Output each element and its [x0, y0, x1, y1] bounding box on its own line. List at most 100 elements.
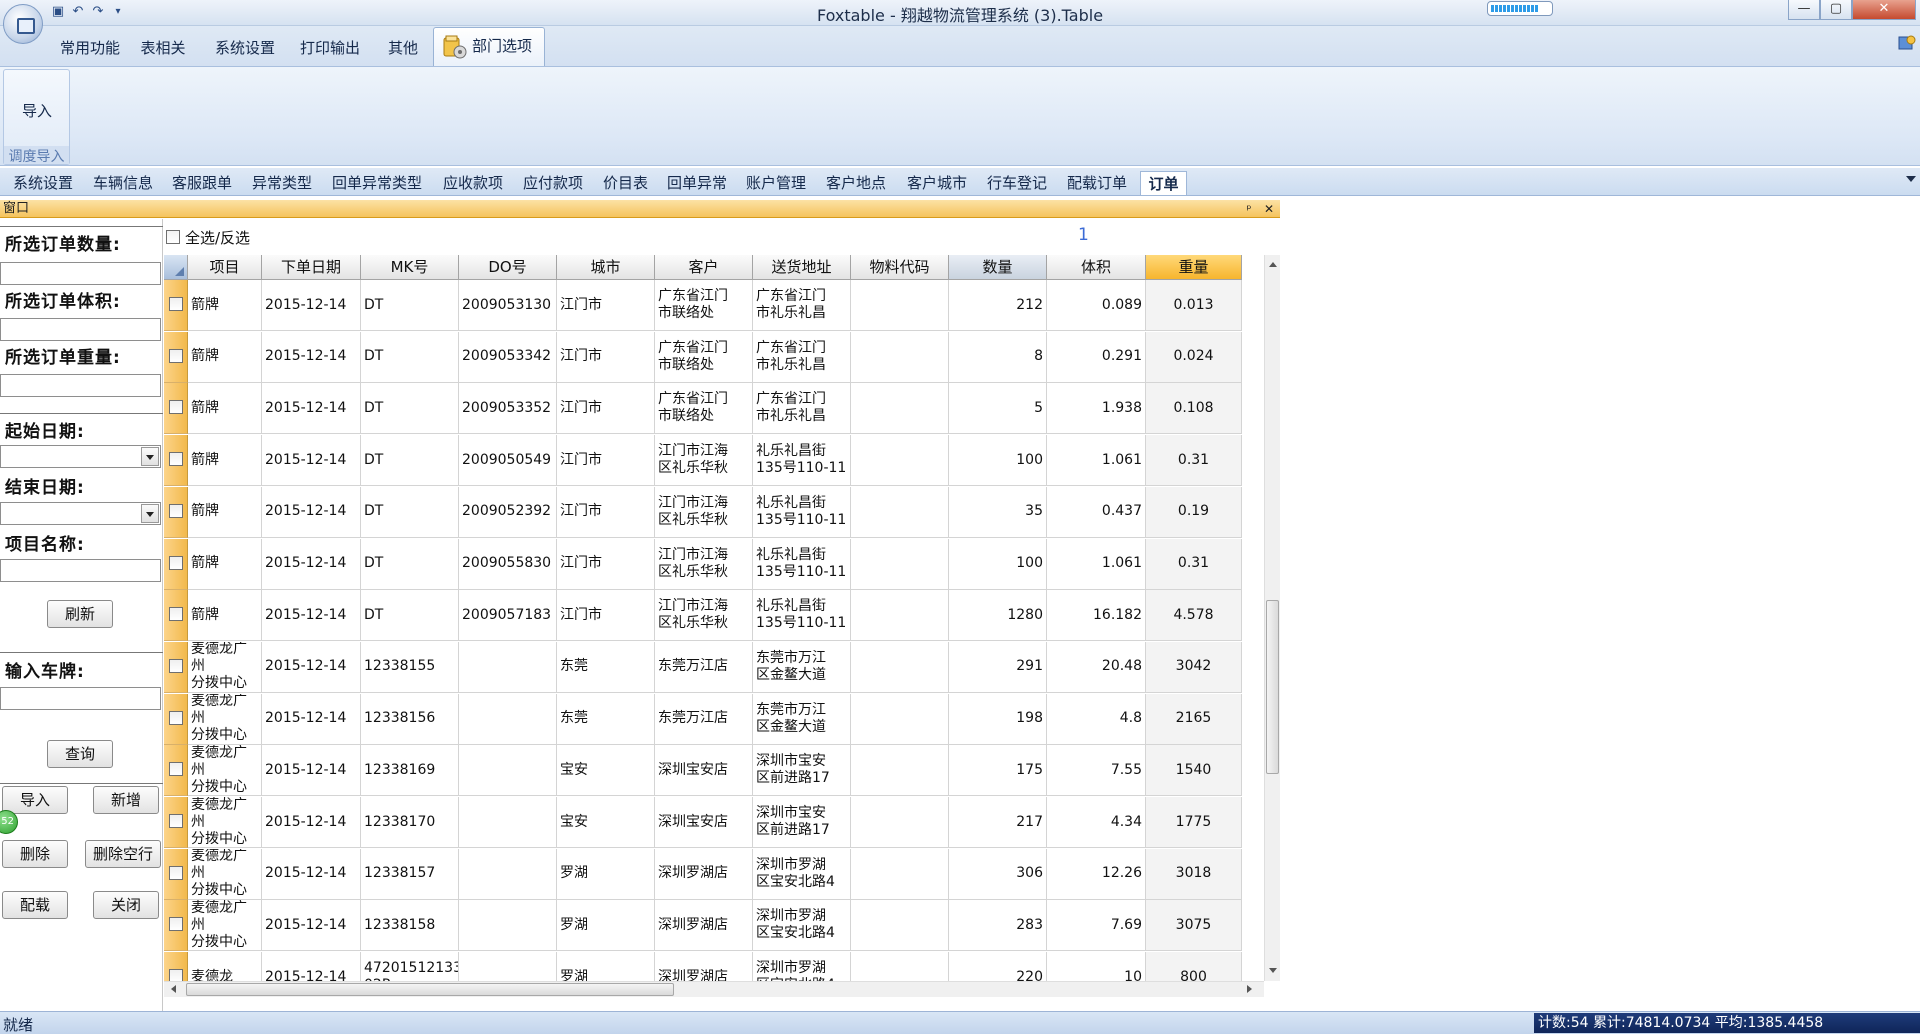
- column-header-quantity[interactable]: 数量: [949, 255, 1047, 280]
- cell-delivery-address[interactable]: 深圳市宝安 区前进路17: [753, 745, 851, 797]
- cell-mk-number[interactable]: DT: [361, 538, 459, 590]
- row-selector[interactable]: [164, 538, 188, 590]
- cell-volume[interactable]: 1.061: [1047, 435, 1146, 487]
- cell-city[interactable]: 罗湖: [557, 952, 655, 981]
- table-row[interactable]: 麦德龙广州 分拨中心 2015-12-14 12338155 东莞 东莞万江店 东莞市万江…: [164, 641, 1264, 693]
- cell-weight[interactable]: 3075: [1146, 900, 1242, 952]
- doc-tab-receivables[interactable]: 应收款项: [443, 171, 503, 195]
- cell-project[interactable]: 箭牌: [188, 435, 262, 487]
- table-row[interactable]: 麦德龙广州 分拨中心 2015-12-14 12338158 罗湖 深圳罗湖店 深圳市罗湖…: [164, 900, 1264, 952]
- cell-mk-number[interactable]: 12338158: [361, 900, 459, 952]
- cell-do-number[interactable]: [459, 952, 557, 981]
- delete-blank-rows-button[interactable]: 删除空行: [85, 840, 161, 868]
- cell-customer[interactable]: 深圳宝安店: [655, 797, 753, 848]
- table-row[interactable]: 麦德龙2015-12-1447201512133 02R 罗湖深圳罗湖店深圳市罗湖…: [164, 952, 1264, 981]
- cell-mk-number[interactable]: DT: [361, 435, 459, 487]
- cell-volume[interactable]: 1.938: [1047, 383, 1146, 435]
- cell-mk-number[interactable]: 47201512133 02R: [361, 952, 459, 981]
- cell-delivery-address[interactable]: 礼乐礼昌街 135号110-11: [753, 590, 851, 642]
- ribbon-tab-other[interactable]: 其他: [385, 35, 421, 61]
- ribbon-tab-common[interactable]: 常用功能: [57, 35, 123, 61]
- row-selector[interactable]: [164, 435, 188, 487]
- cell-weight[interactable]: 0.013: [1146, 280, 1242, 331]
- cell-city[interactable]: 宝安: [557, 745, 655, 797]
- doc-tab-account-management[interactable]: 账户管理: [746, 171, 806, 195]
- cell-do-number[interactable]: 2009050549: [459, 435, 557, 487]
- cell-weight[interactable]: 1540: [1146, 745, 1242, 797]
- scroll-up-icon[interactable]: [1269, 262, 1277, 267]
- table-row[interactable]: 麦德龙广州 分拨中心 2015-12-14 12338156 东莞 东莞万江店 东莞市万江…: [164, 693, 1264, 745]
- cell-material-code[interactable]: [851, 590, 949, 642]
- cell-do-number[interactable]: 2009053342: [459, 331, 557, 383]
- cell-city[interactable]: 江门市: [557, 435, 655, 487]
- cell-mk-number[interactable]: 12338156: [361, 693, 459, 745]
- cell-weight[interactable]: 0.024: [1146, 331, 1242, 383]
- scroll-down-icon[interactable]: [1269, 968, 1277, 973]
- doc-tab-receipt-exception-types[interactable]: 回单异常类型: [332, 171, 422, 195]
- doc-tab-exception-types[interactable]: 异常类型: [252, 171, 312, 195]
- cell-project[interactable]: 麦德龙广州 分拨中心: [188, 848, 262, 900]
- cell-customer[interactable]: 广东省江门 市联络处: [655, 383, 753, 435]
- table-row[interactable]: 麦德龙广州 分拨中心 2015-12-14 12338169 宝安 深圳宝安店 深圳市宝安…: [164, 745, 1264, 797]
- close-button[interactable]: 关闭: [93, 891, 159, 919]
- cell-quantity[interactable]: 35: [949, 486, 1047, 538]
- row-selector[interactable]: [164, 331, 188, 383]
- subwindow-close-icon[interactable]: ✕: [1261, 200, 1277, 218]
- cell-volume[interactable]: 4.34: [1047, 797, 1146, 848]
- cell-order-date[interactable]: 2015-12-14: [262, 900, 361, 952]
- cell-material-code[interactable]: [851, 745, 949, 797]
- doc-tab-stowage-orders[interactable]: 配载订单: [1067, 171, 1127, 195]
- cell-delivery-address[interactable]: 礼乐礼昌街 135号110-11: [753, 435, 851, 487]
- doc-tab-vehicle-info[interactable]: 车辆信息: [93, 171, 153, 195]
- end-date-picker[interactable]: [0, 502, 161, 525]
- column-header-weight[interactable]: 重量: [1146, 255, 1242, 280]
- cell-order-date[interactable]: 2015-12-14: [262, 435, 361, 487]
- cell-do-number[interactable]: 2009053130: [459, 280, 557, 331]
- cell-customer[interactable]: 广东省江门 市联络处: [655, 331, 753, 383]
- cell-weight[interactable]: 2165: [1146, 693, 1242, 745]
- cell-do-number[interactable]: [459, 745, 557, 797]
- row-checkbox[interactable]: [169, 607, 183, 622]
- cell-city[interactable]: 宝安: [557, 797, 655, 848]
- cell-weight[interactable]: 0.31: [1146, 538, 1242, 590]
- cell-quantity[interactable]: 8: [949, 331, 1047, 383]
- cell-mk-number[interactable]: DT: [361, 280, 459, 331]
- cell-quantity[interactable]: 306: [949, 848, 1047, 900]
- row-checkbox[interactable]: [169, 555, 183, 570]
- cell-customer[interactable]: 深圳宝安店: [655, 745, 753, 797]
- cell-material-code[interactable]: [851, 538, 949, 590]
- cell-do-number[interactable]: [459, 900, 557, 952]
- cell-city[interactable]: 江门市: [557, 331, 655, 383]
- cell-quantity[interactable]: 5: [949, 383, 1047, 435]
- cell-delivery-address[interactable]: 礼乐礼昌街 135号110-11: [753, 538, 851, 590]
- start-date-picker[interactable]: [0, 445, 161, 468]
- cell-quantity[interactable]: 100: [949, 538, 1047, 590]
- cell-city[interactable]: 罗湖: [557, 900, 655, 952]
- cell-material-code[interactable]: [851, 848, 949, 900]
- row-checkbox[interactable]: [169, 348, 183, 363]
- cell-customer[interactable]: 江门市江海 区礼乐华秋: [655, 590, 753, 642]
- doc-tab-receipt-exceptions[interactable]: 回单异常: [667, 171, 727, 195]
- cell-do-number[interactable]: [459, 848, 557, 900]
- scroll-right-icon[interactable]: [1247, 985, 1252, 993]
- cell-do-number[interactable]: [459, 693, 557, 745]
- row-checkbox[interactable]: [169, 400, 183, 415]
- cell-mk-number[interactable]: 12338155: [361, 641, 459, 693]
- cell-delivery-address[interactable]: 东莞市万江 区金鳌大道: [753, 641, 851, 693]
- horizontal-scroll-thumb[interactable]: [186, 983, 674, 996]
- cell-delivery-address[interactable]: 广东省江门 市礼乐礼昌: [753, 383, 851, 435]
- cell-material-code[interactable]: [851, 641, 949, 693]
- vertical-scroll-thumb[interactable]: [1266, 600, 1279, 774]
- cell-city[interactable]: 江门市: [557, 280, 655, 331]
- cell-weight[interactable]: 0.19: [1146, 486, 1242, 538]
- ribbon-tab-table[interactable]: 表相关: [138, 35, 188, 61]
- column-header-mk-number[interactable]: MK号: [361, 255, 459, 280]
- row-checkbox[interactable]: [169, 452, 183, 467]
- cell-order-date[interactable]: 2015-12-14: [262, 641, 361, 693]
- cell-material-code[interactable]: [851, 900, 949, 952]
- column-header-material-code[interactable]: 物料代码: [851, 255, 949, 280]
- cell-order-date[interactable]: 2015-12-14: [262, 538, 361, 590]
- close-window-button[interactable]: ✕: [1852, 0, 1916, 20]
- cell-quantity[interactable]: 100: [949, 435, 1047, 487]
- cell-customer[interactable]: 江门市江海 区礼乐华秋: [655, 435, 753, 487]
